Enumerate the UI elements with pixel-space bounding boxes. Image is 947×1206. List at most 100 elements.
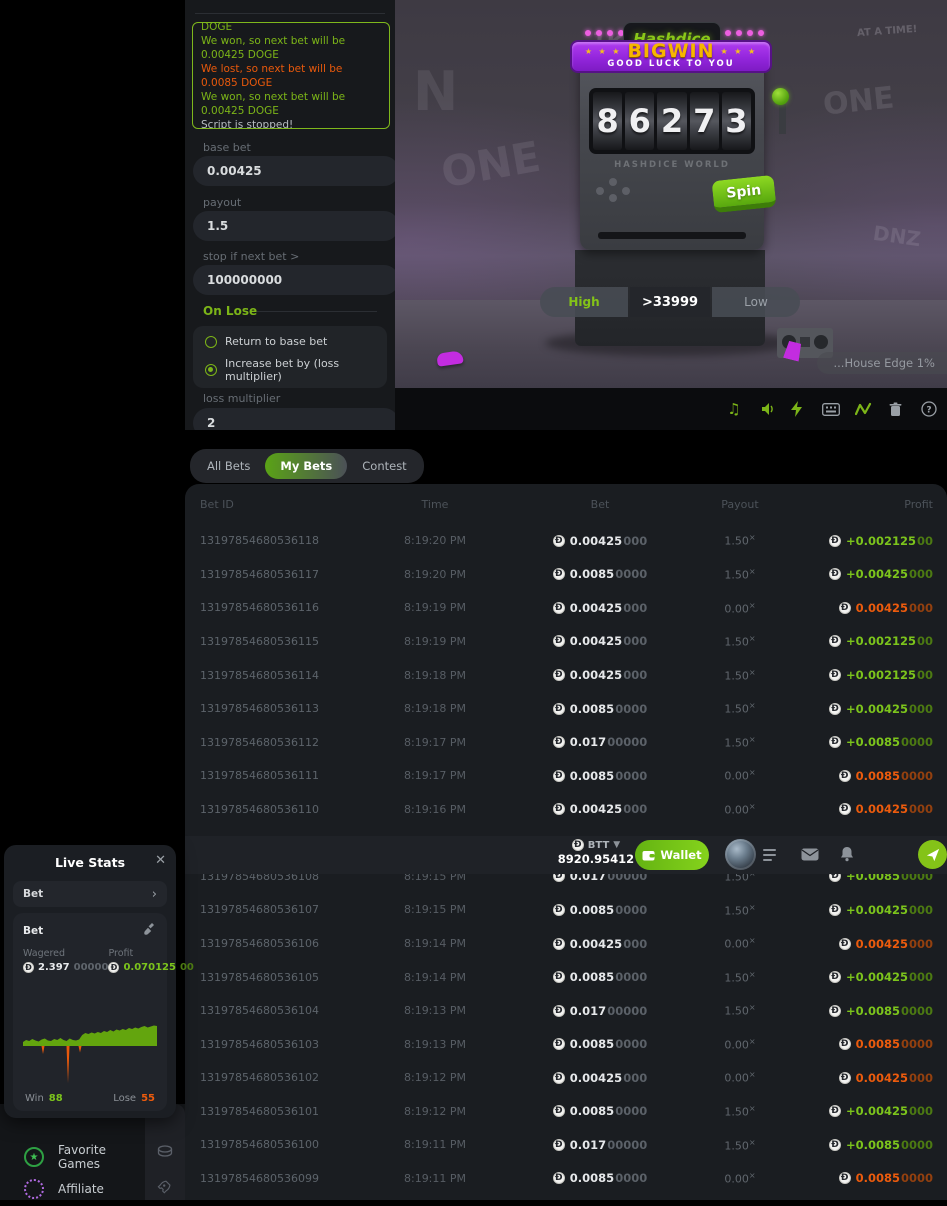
house-edge-label: ...House Edge 1% [817, 352, 947, 374]
bet-profit: Ð+0.00425000 [800, 567, 933, 581]
bet-time: 8:19:20 PM [350, 534, 520, 547]
bet-amount: Ð0.00850000 [520, 1037, 680, 1051]
bet-amount: Ð0.00425000 [520, 634, 680, 648]
wallet-button[interactable]: Wallet [635, 840, 709, 870]
bet-amount: Ð0.01700000 [520, 735, 680, 749]
bet-amount: Ð0.00850000 [520, 1171, 680, 1185]
bet-row[interactable]: 131978546805361008:19:11 PMÐ0.017000001.… [185, 1128, 947, 1162]
bet-profit: Ð+0.00212500 [800, 668, 933, 682]
bet-time: 8:19:11 PM [350, 1172, 520, 1185]
doge-coin-icon: Ð [553, 1105, 565, 1117]
bet-row[interactable]: 131978546805361158:19:19 PMÐ0.004250001.… [185, 625, 947, 659]
currency-selector[interactable]: Ð BTT ▼ 8920.95412 [557, 839, 635, 866]
balance-value: 8920.95412 [557, 852, 635, 866]
bet-profit: Ð0.00425000 [800, 802, 933, 816]
bet-row[interactable]: 131978546805361148:19:18 PMÐ0.004250001.… [185, 658, 947, 692]
doge-coin-icon: Ð [553, 770, 565, 782]
bet-row[interactable]: 131978546805361058:19:14 PMÐ0.008500001.… [185, 960, 947, 994]
menu-icon[interactable] [763, 849, 776, 864]
bet-low-button[interactable]: Low [712, 287, 800, 317]
btt-coin-icon: Ð [572, 839, 584, 851]
bet-profit: Ð+0.00425000 [800, 1104, 933, 1118]
rocket-icon[interactable] [156, 1180, 174, 1198]
bet-row[interactable]: 131978546805361078:19:15 PMÐ0.008500001.… [185, 893, 947, 927]
bet-row[interactable]: 131978546805361138:19:18 PMÐ0.008500001.… [185, 692, 947, 726]
bet-row[interactable]: 131978546805361178:19:20 PMÐ0.008500001.… [185, 558, 947, 592]
stars-left: ★ ★ ★ [585, 44, 622, 59]
tab-contest[interactable]: Contest [347, 453, 421, 479]
bet-row[interactable]: 131978546805361128:19:17 PMÐ0.017000001.… [185, 725, 947, 759]
bet-id: 13197854680536099 [200, 1172, 350, 1185]
live-stats-mode-selector[interactable]: Bet › [13, 881, 167, 907]
doge-coin-icon: Ð [839, 1038, 851, 1050]
base-bet-input[interactable] [193, 156, 395, 186]
bet-time: 8:19:12 PM [350, 1105, 520, 1118]
bet-id: 13197854680536101 [200, 1105, 350, 1118]
log-line: We lost, so next bet will be 0.0085 DOGE [201, 62, 381, 90]
bet-id: 13197854680536100 [200, 1138, 350, 1151]
music-icon[interactable]: ♫ [725, 400, 743, 418]
bet-row[interactable]: 131978546805360998:19:11 PMÐ0.008500000.… [185, 1162, 947, 1196]
bet-target-value[interactable]: >33999 [630, 287, 710, 317]
live-stats-panel: Live Stats ✕ Bet › Bet Wagered Ð 2.39700… [4, 845, 176, 1118]
bet-row[interactable]: 131978546805361068:19:14 PMÐ0.004250000.… [185, 927, 947, 961]
bets-tabs: All Bets My Bets Contest [190, 449, 424, 483]
payout-input[interactable] [193, 211, 395, 241]
sidebar-item-affiliate[interactable]: Affiliate [0, 1172, 145, 1206]
sound-icon[interactable] [759, 400, 777, 418]
bet-row[interactable]: 131978546805361028:19:12 PMÐ0.004250000.… [185, 1061, 947, 1095]
log-line: DOGE [201, 22, 381, 34]
help-icon[interactable]: ? [920, 400, 938, 418]
keyboard-icon[interactable] [822, 400, 840, 418]
bet-profit: Ð0.00850000 [800, 1171, 933, 1185]
lever-knob[interactable] [772, 88, 789, 105]
bet-amount: Ð0.01700000 [520, 1004, 680, 1018]
bet-range-bar: High >33999 Low [540, 287, 800, 317]
trash-icon[interactable] [886, 400, 904, 418]
bet-time: 8:19:14 PM [350, 937, 520, 950]
spin-button[interactable]: Spin [711, 175, 776, 213]
close-icon[interactable]: ✕ [155, 853, 166, 868]
bet-profit: Ð0.00850000 [800, 769, 933, 783]
currency-code: BTT [588, 840, 610, 851]
doge-coin-icon: Ð [553, 803, 565, 815]
broom-icon[interactable] [143, 921, 157, 940]
profit-block: Profit Ð 0.07012500 [108, 948, 193, 973]
bet-payout: 1.50× [680, 735, 800, 750]
tab-all-bets[interactable]: All Bets [192, 453, 265, 479]
avatar[interactable] [725, 839, 756, 870]
bet-high-button[interactable]: High [540, 287, 628, 317]
bet-row[interactable]: 131978546805361108:19:16 PMÐ0.004250000.… [185, 793, 947, 827]
bet-row[interactable]: 131978546805361048:19:13 PMÐ0.017000001.… [185, 994, 947, 1028]
doge-coin-icon: Ð [553, 971, 565, 983]
bet-profit: Ð0.00425000 [800, 937, 933, 951]
doge-coin-icon: Ð [553, 703, 565, 715]
doge-coin-icon: Ð [839, 770, 851, 782]
doge-coin-icon: Ð [839, 1172, 851, 1184]
chat-send-button[interactable] [918, 840, 947, 869]
bet-time: 8:19:14 PM [350, 971, 520, 984]
chips-icon[interactable] [156, 1144, 174, 1162]
bell-icon[interactable] [840, 846, 858, 864]
bet-row[interactable]: 131978546805361118:19:17 PMÐ0.008500000.… [185, 759, 947, 793]
mail-icon[interactable] [801, 846, 819, 864]
bet-row[interactable]: 131978546805361018:19:12 PMÐ0.008500001.… [185, 1095, 947, 1129]
loss-multiplier-input[interactable] [193, 408, 395, 430]
stop-if-next-bet-input[interactable] [193, 265, 395, 295]
radio-increase-bet-by[interactable]: Increase bet by (loss multiplier) [205, 357, 387, 383]
doge-coin-icon: Ð [829, 904, 841, 916]
sidebar-item-favorite-games[interactable]: ★ Favorite Games [0, 1140, 145, 1174]
bet-row[interactable]: 131978546805361168:19:19 PMÐ0.004250000.… [185, 591, 947, 625]
bet-id: 13197854680536111 [200, 769, 350, 782]
bet-payout: 0.00× [680, 936, 800, 951]
bet-amount: Ð0.00425000 [520, 668, 680, 682]
tab-my-bets[interactable]: My Bets [265, 453, 347, 479]
radio-icon [205, 336, 217, 348]
stars-right: ★ ★ ★ [721, 44, 758, 59]
bet-controls-panel: DOGEWe won, so next bet will be 0.00425 … [185, 0, 395, 430]
bet-row[interactable]: 131978546805361038:19:13 PMÐ0.008500000.… [185, 1027, 947, 1061]
radio-return-to-base-bet[interactable]: Return to base bet [205, 335, 387, 348]
trend-icon[interactable] [854, 400, 872, 418]
turbo-icon[interactable] [788, 400, 806, 418]
bet-row[interactable]: 131978546805361188:19:20 PMÐ0.004250001.… [185, 524, 947, 558]
